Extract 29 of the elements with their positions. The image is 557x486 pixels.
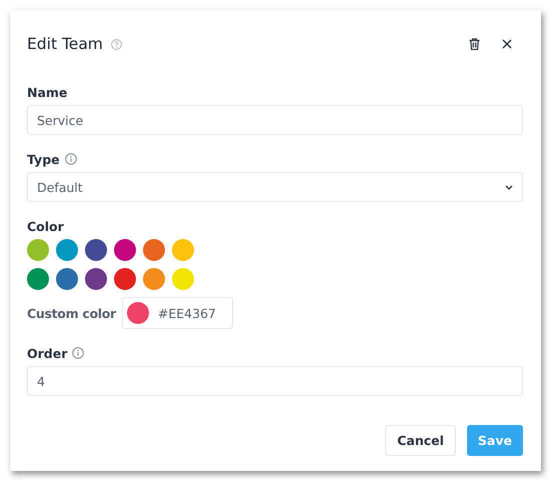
custom-color-label: Custom color (27, 306, 116, 320)
text-field[interactable]: Service (27, 105, 523, 135)
chevron-icon (505, 184, 513, 190)
text-field[interactable]: 4 (27, 366, 523, 396)
field-label: Type (27, 152, 60, 166)
close-icon[interactable] (502, 39, 512, 49)
color-swatch[interactable] (172, 239, 194, 261)
trash-icon[interactable] (469, 38, 480, 50)
select-field[interactable]: Default (27, 172, 523, 202)
field-label: Color (27, 218, 64, 234)
cancel-button[interactable]: Cancel (385, 425, 456, 456)
color-swatch[interactable] (172, 268, 194, 290)
color-swatch[interactable] (56, 239, 78, 261)
color-swatch[interactable] (114, 268, 136, 290)
color-swatch[interactable] (56, 268, 78, 290)
info-icon[interactable] (64, 153, 77, 165)
dialog-title: Edit Team (27, 35, 103, 53)
help-icon[interactable] (110, 38, 122, 50)
color-swatch[interactable] (85, 268, 107, 290)
color-swatch[interactable] (143, 239, 165, 261)
info-icon[interactable] (72, 347, 84, 359)
color-swatch[interactable] (27, 268, 49, 290)
color-input[interactable]: #EE4367 (122, 297, 233, 329)
field-label: Order (27, 346, 68, 360)
color-swatch[interactable] (143, 268, 165, 290)
field-label: Name (27, 84, 68, 100)
color-swatch[interactable] (27, 239, 49, 261)
color-swatch[interactable] (114, 239, 136, 261)
color-swatch[interactable] (85, 239, 107, 261)
